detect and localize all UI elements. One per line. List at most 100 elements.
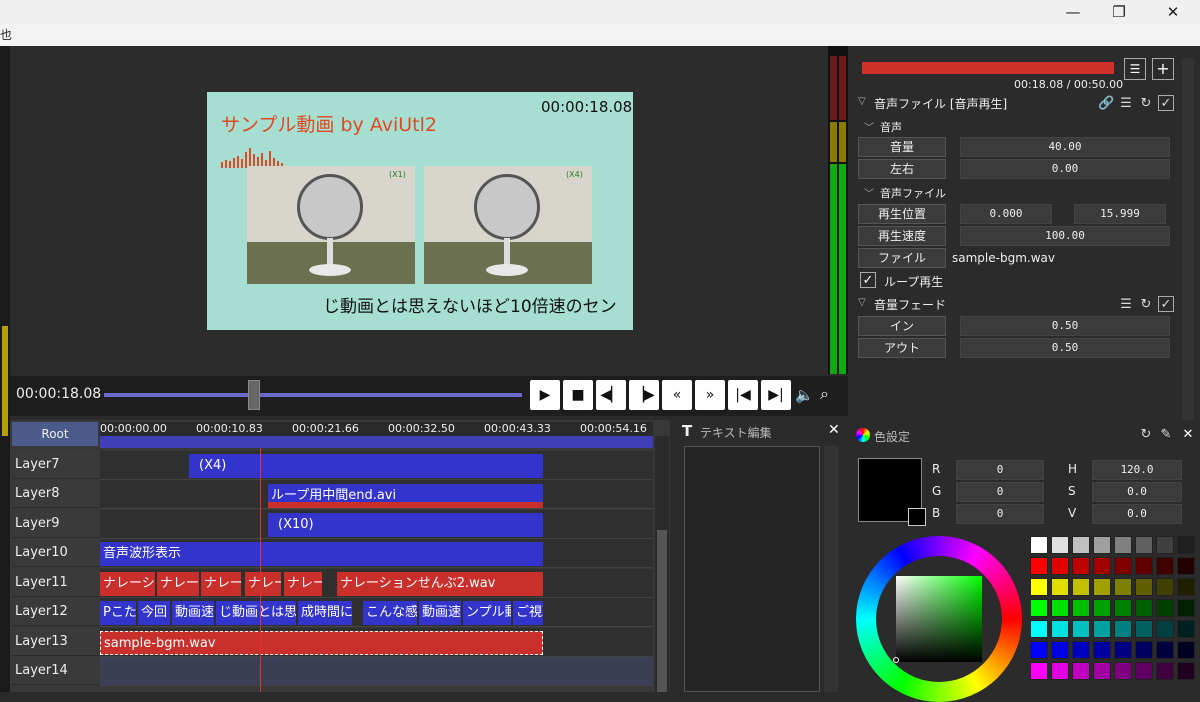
palette-swatch[interactable] [1093, 620, 1111, 638]
refresh-icon[interactable]: ↻ [1138, 297, 1154, 313]
file-value[interactable]: sample-bgm.wav [952, 251, 1055, 265]
clip-narration[interactable]: ナレーショ [100, 572, 155, 596]
palette-swatch[interactable] [1030, 557, 1048, 575]
palette-swatch[interactable] [1051, 536, 1069, 554]
checkbox-icon[interactable]: ✓ [1158, 296, 1174, 312]
file-label[interactable]: ファイル [858, 248, 946, 268]
clip-telop[interactable]: Pこた [100, 601, 136, 625]
palette-swatch[interactable] [1114, 641, 1132, 659]
chevron-down-icon[interactable]: ▽ [858, 96, 866, 107]
layer-label[interactable]: Layer10 [12, 539, 99, 567]
list-icon[interactable]: ☰ [1118, 297, 1134, 313]
layer-label[interactable]: Layer14 [12, 657, 99, 685]
fast-forward-button[interactable]: » [695, 380, 725, 410]
palette-swatch[interactable] [1072, 620, 1090, 638]
palette-swatch[interactable] [1177, 662, 1195, 680]
play-position-start[interactable]: 0.000 [960, 204, 1052, 224]
eyedropper-icon[interactable]: ✎ [1158, 427, 1174, 443]
palette-swatch[interactable] [1135, 620, 1153, 638]
play-button[interactable]: ▶ [530, 380, 560, 410]
palette-swatch[interactable] [1114, 578, 1132, 596]
list-icon[interactable]: ☰ [1118, 96, 1134, 112]
palette-swatch[interactable] [1051, 662, 1069, 680]
next-frame-button[interactable]: ▕▶ [629, 380, 659, 410]
layer-label[interactable]: Layer7 [12, 451, 99, 479]
clip-telop[interactable]: 動画速 [419, 601, 461, 625]
palette-swatch[interactable] [1156, 536, 1174, 554]
play-position-label[interactable]: 再生位置 [858, 204, 946, 224]
palette-swatch[interactable] [1030, 599, 1048, 617]
palette-swatch[interactable] [1135, 641, 1153, 659]
palette-swatch[interactable] [1051, 641, 1069, 659]
fade-out-label[interactable]: アウト [858, 338, 946, 358]
chevron-down-icon[interactable]: ﹀ [864, 119, 874, 134]
add-icon[interactable]: + [1152, 58, 1174, 80]
pan-slider[interactable]: 0.00 [960, 159, 1170, 179]
clip-telop[interactable]: 動画速 [172, 601, 214, 625]
palette-swatch[interactable] [1051, 578, 1069, 596]
object-range-bar[interactable] [862, 62, 1114, 74]
palette-swatch[interactable] [1030, 536, 1048, 554]
h-field[interactable]: 120.0 [1092, 460, 1182, 480]
palette-swatch[interactable] [1156, 557, 1174, 575]
chevron-down-icon[interactable]: ▽ [858, 297, 866, 308]
close-icon[interactable]: ✕ [1150, 0, 1196, 24]
palette-swatch[interactable] [1114, 557, 1132, 575]
clip-telop[interactable]: こんな感 [363, 601, 417, 625]
menu-item-partial[interactable]: 也 [0, 28, 12, 42]
seek-handle[interactable] [248, 380, 261, 410]
clip-waveform[interactable]: 音声波形表示 [100, 542, 543, 566]
palette-swatch[interactable] [1072, 557, 1090, 575]
palette-swatch[interactable] [1030, 641, 1048, 659]
text-edit-area[interactable] [684, 446, 820, 692]
preview-canvas[interactable]: サンプル動画 by AviUtl2 00:00:18.08 (X1) (X4) … [207, 92, 633, 330]
maximize-icon[interactable]: ❐ [1096, 0, 1142, 24]
palette-swatch[interactable] [1177, 641, 1195, 659]
palette-swatch[interactable] [1093, 662, 1111, 680]
palette-swatch[interactable] [1114, 662, 1132, 680]
palette-swatch[interactable] [1093, 641, 1111, 659]
clip-narration[interactable]: ナレーシ [157, 572, 199, 596]
fade-in-label[interactable]: イン [858, 316, 946, 336]
palette-swatch[interactable] [1156, 620, 1174, 638]
palette-swatch[interactable] [1135, 557, 1153, 575]
refresh-icon[interactable]: ↻ [1138, 96, 1154, 112]
palette-swatch[interactable] [1156, 662, 1174, 680]
v-field[interactable]: 0.0 [1092, 504, 1182, 524]
pan-label[interactable]: 左右 [858, 159, 946, 179]
chevron-down-icon[interactable]: ﹀ [864, 185, 874, 200]
clip-narration[interactable]: ナレーションせんぶ2.wav [337, 572, 543, 596]
clip-x10[interactable]: (X10) [268, 513, 543, 537]
to-end-button[interactable]: ▶| [761, 380, 791, 410]
s-field[interactable]: 0.0 [1092, 482, 1182, 502]
layer-label[interactable]: Layer8 [12, 480, 99, 508]
clip-loop-avi[interactable]: ループ用中間end.avi [268, 484, 543, 508]
palette-swatch[interactable] [1177, 599, 1195, 617]
palette-swatch[interactable] [1177, 578, 1195, 596]
palette-swatch[interactable] [1072, 662, 1090, 680]
fade-in-slider[interactable]: 0.50 [960, 316, 1170, 336]
palette-swatch[interactable] [1072, 578, 1090, 596]
props-scrollbar[interactable] [1182, 58, 1194, 420]
to-start-button[interactable]: |◀ [728, 380, 758, 410]
clip-telop[interactable]: 今回 [138, 601, 170, 625]
palette-swatch[interactable] [1156, 578, 1174, 596]
rewind-button[interactable]: « [662, 380, 692, 410]
palette-swatch[interactable] [1051, 557, 1069, 575]
layer-label[interactable]: Layer13 [12, 628, 99, 656]
sv-square[interactable] [896, 576, 982, 662]
checkbox-icon[interactable]: ✓ [1158, 95, 1174, 111]
palette-swatch[interactable] [1114, 599, 1132, 617]
palette-swatch[interactable] [1030, 662, 1048, 680]
close-icon[interactable]: ✕ [828, 422, 840, 438]
palette-swatch[interactable] [1177, 557, 1195, 575]
palette-swatch[interactable] [1051, 599, 1069, 617]
clip-telop[interactable]: ご視耶 [513, 601, 543, 625]
palette-swatch[interactable] [1093, 557, 1111, 575]
clip-narration[interactable]: ナレー [245, 572, 281, 596]
clip-bgm[interactable]: sample-bgm.wav [100, 631, 543, 655]
palette-swatch[interactable] [1114, 536, 1132, 554]
palette-swatch[interactable] [1072, 536, 1090, 554]
palette-swatch[interactable] [1030, 578, 1048, 596]
palette-swatch[interactable] [1072, 599, 1090, 617]
